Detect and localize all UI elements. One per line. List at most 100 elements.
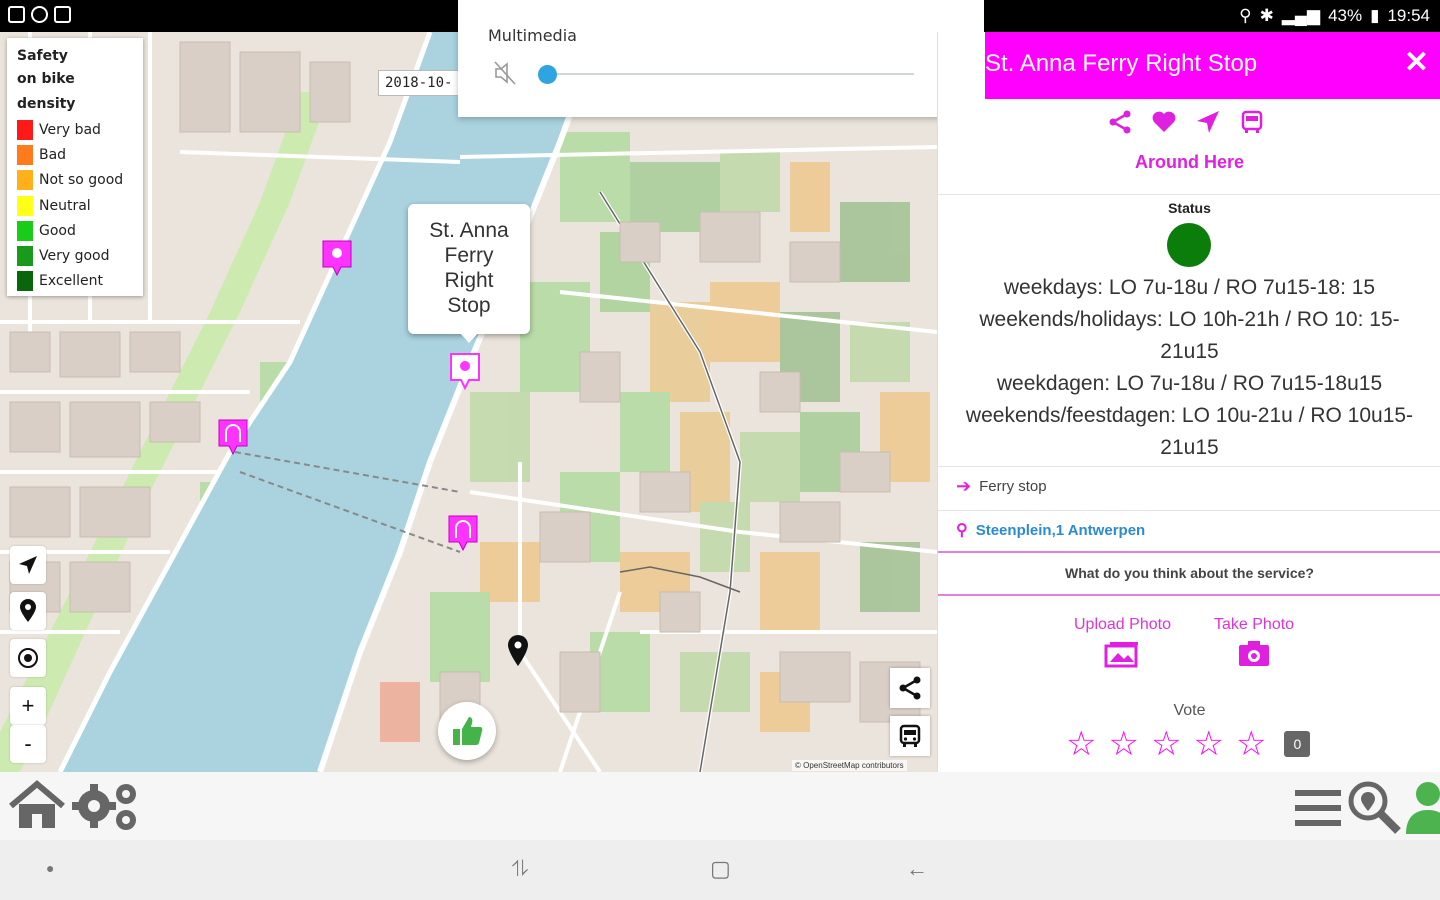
plus-icon: + [21, 693, 35, 718]
arrow-right-icon: ➔ [956, 476, 972, 496]
upload-photo-button[interactable]: Upload Photo [1074, 616, 1171, 668]
bus-icon[interactable] [1238, 108, 1266, 136]
star-icon[interactable]: ☆ [1151, 726, 1181, 762]
address-row[interactable]: ⚲ Steenplein,1 Antwerpen [956, 520, 1145, 540]
legend-item: Very bad [17, 117, 133, 142]
navigate-button[interactable] [10, 546, 46, 584]
volume-panel-title: Multimedia [488, 26, 577, 45]
map-attribution[interactable]: © OpenStreetMap contributors [792, 760, 907, 771]
vote-count-badge: 0 [1284, 731, 1311, 757]
legend-title-line: Safety [17, 48, 68, 64]
around-here-link[interactable]: Around Here [938, 152, 1440, 173]
divider [938, 194, 1440, 195]
marker-popup[interactable]: St. Anna Ferry Right Stop [408, 204, 530, 343]
battery-percent: 43% [1328, 6, 1363, 25]
bus-icon [899, 724, 921, 747]
legend-item: Not so good [17, 168, 133, 193]
popup-line: Ferry [444, 244, 494, 267]
star-icon[interactable]: ☆ [1236, 726, 1266, 762]
nav-dot-icon[interactable]: ● [46, 860, 54, 876]
system-navigation-bar: ● ⥮ ▢ ← [0, 840, 1440, 900]
volume-slider-thumb[interactable] [538, 65, 557, 84]
gallery-icon [1104, 642, 1139, 668]
hours-line: weekends/feestdagen: LO 10u-21u / RO 10u… [965, 404, 1414, 427]
zoom-out-button[interactable]: - [10, 725, 46, 763]
app-screen: { "status_bar": { "battery": "43%", "tim… [0, 0, 1440, 900]
legend-title-line: on bike [17, 71, 75, 87]
menu-button[interactable] [1292, 780, 1344, 836]
favorite-heart-icon[interactable] [1150, 108, 1178, 136]
legend-item: Neutral [17, 193, 133, 218]
panel-title: St. Anna Ferry Right Stop [985, 50, 1258, 77]
battery-icon: ▮ [1370, 6, 1380, 25]
divider [938, 551, 1440, 553]
legend-swatch [17, 119, 33, 140]
menu-icon [1295, 790, 1341, 826]
category-label: Ferry stop [979, 478, 1047, 495]
mute-icon[interactable] [493, 60, 519, 86]
share-map-button[interactable] [890, 668, 930, 708]
hours-line: weekdays: LO 7u-18u / RO 7u15-18: 15 [1003, 276, 1376, 299]
clock: 19:54 [1387, 6, 1430, 25]
star-icon[interactable]: ☆ [1108, 726, 1138, 762]
home-icon [9, 780, 65, 828]
close-icon[interactable]: ✕ [1404, 45, 1429, 80]
popup-line: St. Anna [429, 219, 509, 242]
address-link[interactable]: Steenplein,1 Antwerpen [976, 522, 1145, 539]
legend-swatch [17, 144, 33, 165]
star-rating[interactable]: ☆ ☆ ☆ ☆ ☆ 0 [1066, 726, 1311, 762]
pin-icon: ⚲ [956, 522, 968, 539]
legend-swatch [17, 220, 33, 241]
signal-icon: ▂▄▆ [1281, 6, 1321, 25]
legend-item: Good [17, 218, 133, 243]
category-row: ➔ Ferry stop [956, 476, 1047, 497]
map-view[interactable]: Safety on bike density Very bad Bad Not … [0, 32, 937, 772]
my-location-button[interactable] [10, 639, 46, 677]
ferry-stop-marker[interactable] [321, 239, 353, 277]
legend-swatch [17, 195, 33, 216]
bottom-toolbar [0, 772, 1440, 840]
legend-label: Bad [39, 146, 67, 163]
volume-slider-track[interactable] [548, 73, 914, 75]
zoom-in-button[interactable]: + [10, 687, 46, 725]
star-icon[interactable]: ☆ [1066, 726, 1096, 762]
pin-icon [20, 599, 36, 622]
thumbs-up-icon [453, 717, 483, 745]
tunnel-marker[interactable] [217, 418, 249, 456]
home-nav-icon[interactable]: ▢ [710, 856, 731, 882]
share-icon[interactable] [1106, 108, 1134, 136]
take-photo-button[interactable]: Take Photo [1214, 616, 1294, 668]
date-chip[interactable]: 2018-10- [378, 70, 466, 96]
recent-apps-icon[interactable]: ⥮ [512, 856, 528, 882]
settings-button[interactable] [72, 778, 142, 834]
star-icon[interactable]: ☆ [1193, 726, 1223, 762]
legend-title-line: density [17, 96, 76, 112]
thumbs-up-button[interactable] [438, 702, 496, 760]
feedback-question[interactable]: What do you think about the service? [938, 565, 1440, 581]
hours-line: 21u15 [1160, 340, 1219, 363]
navigate-icon[interactable] [1194, 108, 1222, 136]
profile-button[interactable] [1404, 778, 1440, 836]
selected-ferry-stop-marker[interactable] [449, 352, 481, 390]
hours-line: weekends/holidays: LO 10h-21h / RO 10: 1… [979, 308, 1400, 331]
legend-label: Excellent [39, 273, 103, 290]
divider [938, 466, 1440, 467]
action-icons [1106, 108, 1266, 136]
transit-button[interactable] [890, 716, 930, 756]
panel-header: St. Anna Ferry Right Stop ✕ [985, 32, 1440, 99]
legend-label: Good [39, 222, 76, 239]
hours-line: weekdagen: LO 7u-18u / RO 7u15-18u15 [996, 372, 1383, 395]
divider [938, 594, 1440, 596]
back-icon[interactable]: ← [906, 856, 928, 882]
location-pin-icon[interactable] [505, 634, 531, 668]
upload-photo-label: Upload Photo [1074, 616, 1171, 633]
popup-line: Right [444, 269, 494, 292]
legend-item: Excellent [17, 269, 133, 294]
home-button[interactable] [6, 778, 68, 834]
status-label: Status [1168, 200, 1211, 216]
drop-pin-button[interactable] [10, 592, 46, 630]
legend-item: Very good [17, 243, 133, 268]
popup-line: Stop [447, 294, 491, 317]
tunnel-marker[interactable] [447, 514, 479, 552]
search-location-button[interactable] [1346, 778, 1402, 836]
